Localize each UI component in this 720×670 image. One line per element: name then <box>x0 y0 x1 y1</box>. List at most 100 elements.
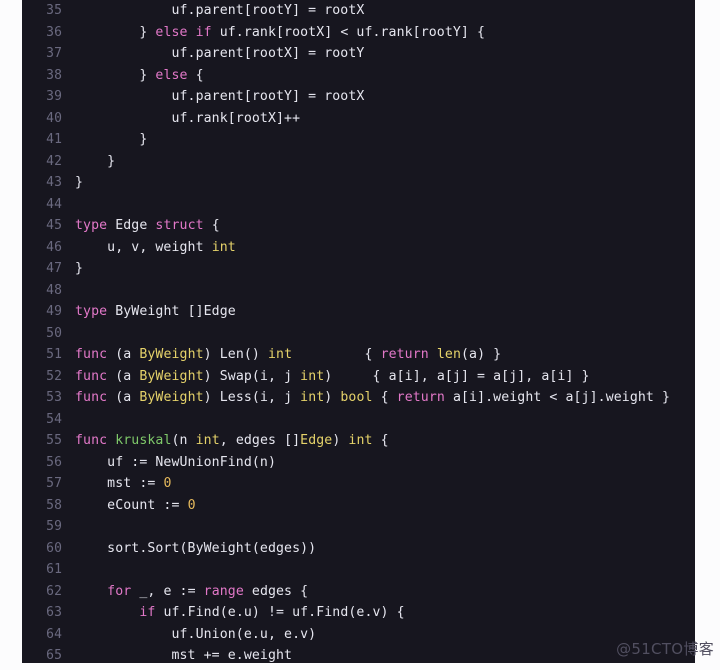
line-content[interactable]: mst := 0 <box>75 473 695 495</box>
line-content[interactable]: uf := NewUnionFind(n) <box>75 452 695 474</box>
code-line[interactable]: 37 uf.parent[rootX] = rootY <box>22 43 695 65</box>
code-line[interactable]: 53 func (a ByWeight) Less(i, j int) bool … <box>22 387 695 409</box>
code-token: int <box>195 433 220 448</box>
code-line[interactable]: 50 <box>22 323 695 345</box>
code-token: ByWeight <box>139 368 204 384</box>
line-content[interactable]: uf.parent[rootX] = rootY <box>75 43 695 65</box>
line-content[interactable]: uf.Union(e.u, e.v) <box>75 624 695 646</box>
line-content[interactable]: } else if uf.rank[rootX] < uf.rank[rootY… <box>75 22 695 44</box>
code-line[interactable]: 40 uf.rank[rootX]++ <box>22 108 695 130</box>
line-content[interactable]: if uf.Find(e.u) != uf.Find(e.v) { <box>75 602 695 624</box>
line-content[interactable]: u, v, weight int <box>75 237 695 259</box>
line-content[interactable]: func (a ByWeight) Less(i, j int) bool { … <box>75 387 695 409</box>
line-number: 43 <box>46 175 62 190</box>
code-token: (a) } <box>460 347 502 362</box>
code-token: (a <box>107 368 140 384</box>
line-number: 54 <box>46 411 62 427</box>
line-number: 58 <box>46 497 62 513</box>
code-token: } <box>75 24 156 40</box>
code-token: (a <box>107 390 140 405</box>
line-content[interactable]: type Edge struct { <box>75 215 695 237</box>
code-token: uf.parent[rootX] = rootY <box>75 46 365 61</box>
line-number: 57 <box>46 476 62 491</box>
code-line[interactable]: 47} <box>22 258 695 280</box>
line-content[interactable]: type ByWeight []Edge <box>75 301 695 323</box>
code-token: ByWeight <box>139 390 204 405</box>
code-token: else if <box>155 24 212 40</box>
code-line[interactable]: 36 } else if uf.rank[rootX] < uf.rank[ro… <box>22 22 695 44</box>
line-content[interactable]: uf.parent[rootY] = rootX <box>75 0 695 22</box>
line-content[interactable]: func (a ByWeight) Swap(i, j int) { a[i],… <box>75 366 695 388</box>
line-content[interactable]: uf.rank[rootX]++ <box>75 108 695 130</box>
code-line[interactable]: 57 mst := 0 <box>22 473 695 495</box>
code-line[interactable]: 58 eCount := 0 <box>22 495 695 517</box>
code-line[interactable]: 60 sort.Sort(ByWeight(edges)) <box>22 538 695 560</box>
code-token: return <box>380 347 429 362</box>
code-line[interactable]: 54 <box>22 409 695 431</box>
line-number: 36 <box>46 24 62 40</box>
code-token: edges { <box>243 583 309 599</box>
code-line[interactable]: 49 type ByWeight []Edge <box>22 301 695 323</box>
code-token: 0 <box>163 476 172 491</box>
code-line[interactable]: 41 } <box>22 129 695 151</box>
line-number: 53 <box>46 390 62 405</box>
code-token: int <box>348 433 373 448</box>
code-token: range <box>203 583 244 599</box>
code-token: Edge <box>107 218 156 233</box>
code-line[interactable]: 59 <box>22 516 695 538</box>
code-line[interactable]: 63 if uf.Find(e.u) != uf.Find(e.v) { <box>22 602 695 624</box>
code-token: { <box>292 347 381 362</box>
code-line[interactable]: 38 } else { <box>22 65 695 87</box>
code-viewport[interactable]: 35 uf.parent[rootY] = rootX 36 } else if … <box>22 0 695 663</box>
code-line[interactable]: 39 uf.parent[rootY] = rootX <box>22 86 695 108</box>
code-token: eCount := <box>75 497 188 513</box>
code-token: uf := NewUnionFind(n) <box>75 454 276 470</box>
code-line[interactable]: 62 for _, e := range edges { <box>22 581 695 603</box>
line-content[interactable]: func kruskal(n int, edges []Edge) int { <box>75 430 695 452</box>
code-line[interactable]: 65 mst += e.weight <box>22 645 695 663</box>
line-content[interactable]: } else { <box>75 65 695 87</box>
line-content[interactable]: mst += e.weight <box>75 645 695 663</box>
code-line[interactable]: 51 func (a ByWeight) Len() int { return l… <box>22 344 695 366</box>
code-line[interactable]: 44 <box>22 194 695 216</box>
code-token: (a <box>107 347 140 362</box>
line-content[interactable]: } <box>75 129 695 151</box>
line-content[interactable]: } <box>75 172 695 194</box>
code-line[interactable]: 56 uf := NewUnionFind(n) <box>22 452 695 474</box>
line-number: 56 <box>46 454 62 470</box>
line-content[interactable]: for _, e := range edges { <box>75 581 695 603</box>
code-token: ByWeight []Edge <box>107 304 236 319</box>
code-token: uf.Find(e.u) != uf.Find(e.v) { <box>155 605 405 620</box>
line-number: 48 <box>46 282 62 298</box>
code-token: uf.parent[rootY] = rootX <box>75 3 365 18</box>
line-number: 65 <box>46 648 62 663</box>
code-line[interactable]: 35 uf.parent[rootY] = rootX <box>22 0 695 22</box>
code-line[interactable]: 46 u, v, weight int <box>22 237 695 259</box>
code-token: } <box>75 175 84 190</box>
line-content[interactable]: uf.parent[rootY] = rootX <box>75 86 695 108</box>
line-content[interactable]: } <box>75 151 695 173</box>
line-content[interactable]: eCount := 0 <box>75 495 695 517</box>
code-token: for <box>107 583 132 599</box>
code-line[interactable]: 48 <box>22 280 695 302</box>
line-number: 52 <box>46 368 62 384</box>
line-content[interactable]: } <box>75 258 695 280</box>
code-line[interactable]: 52 func (a ByWeight) Swap(i, j int) { a[i… <box>22 366 695 388</box>
code-line[interactable]: 64 uf.Union(e.u, e.v) <box>22 624 695 646</box>
code-line[interactable]: 55 func kruskal(n int, edges []Edge) int … <box>22 430 695 452</box>
code-line[interactable]: 42 } <box>22 151 695 173</box>
code-token: { <box>203 218 220 233</box>
code-line[interactable]: 45 type Edge struct { <box>22 215 695 237</box>
code-token: struct <box>155 218 204 233</box>
code-line[interactable]: 43} <box>22 172 695 194</box>
code-token: { <box>187 67 204 83</box>
code-token: ) { a[i], a[j] = a[j], a[i] } <box>324 368 590 384</box>
code-line[interactable]: 61 <box>22 559 695 581</box>
line-number: 45 <box>46 218 62 233</box>
line-content[interactable]: sort.Sort(ByWeight(edges)) <box>75 538 695 560</box>
code-editor-panel[interactable]: 35 uf.parent[rootY] = rootX 36 } else if … <box>22 0 695 663</box>
line-number: 37 <box>46 46 62 61</box>
line-number: 38 <box>46 67 62 83</box>
line-content[interactable]: func (a ByWeight) Len() int { return len… <box>75 344 695 366</box>
